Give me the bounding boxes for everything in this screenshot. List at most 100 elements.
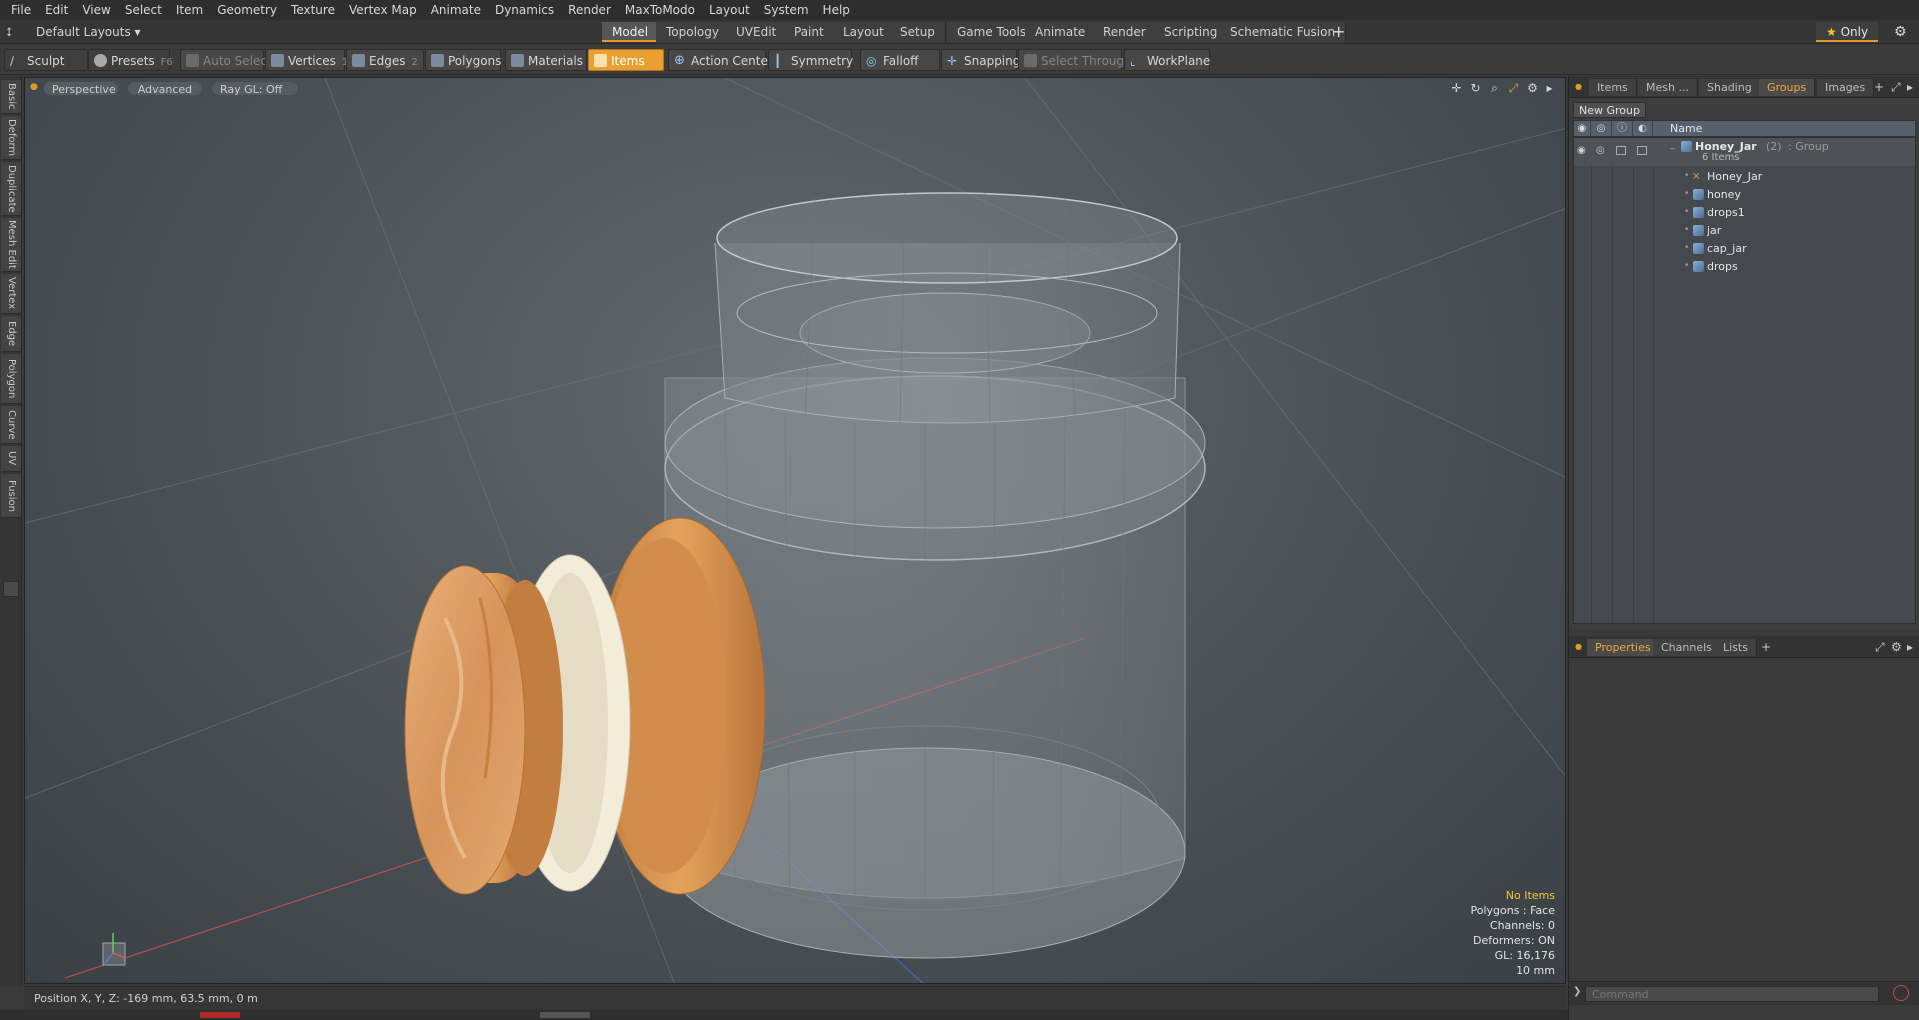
list-item[interactable]: • drops1 [1574,204,1915,222]
tooltab-basic[interactable]: Basic [1,80,21,114]
tooltab-expand-button[interactable] [3,581,19,597]
collapse-icon[interactable]: ‒ [1670,144,1676,154]
menu-maxtomodo[interactable]: MaxToModo [618,0,702,20]
tab-paint[interactable]: Paint [784,22,835,42]
menu-select[interactable]: Select [118,0,169,20]
expand-icon[interactable]: • [1684,243,1689,253]
list-item[interactable]: • honey [1574,186,1915,204]
tab-setup[interactable]: Setup [890,22,946,42]
tooltab-deform[interactable]: Deform [1,116,21,160]
tab-topology[interactable]: Topology [656,22,730,42]
raygl-button[interactable]: Ray GL: Off [211,81,299,96]
rotate-view-icon[interactable]: ↻ [1469,82,1482,95]
add-tab-icon[interactable]: + [1761,640,1771,654]
group-row-honey-jar[interactable]: ◉ ◎ ‒ Honey_Jar (2) : Group 6 Items [1574,138,1915,166]
tab-scripting[interactable]: Scripting [1154,22,1229,42]
viewport-expand-icon[interactable]: ▸ [1543,82,1556,95]
add-tab-icon[interactable]: + [1874,80,1884,94]
only-toggle[interactable]: ★ Only [1816,22,1879,42]
tab-lists[interactable]: Lists [1715,639,1757,656]
list-item[interactable]: • jar [1574,222,1915,240]
auto-select-button[interactable]: Auto Select [180,49,272,71]
visibility-column-icon[interactable]: ◉ [1574,121,1591,136]
action-center-button[interactable]: ⊕ Action Center [668,49,773,71]
layout-selector[interactable]: Default Layouts ▾ [36,24,141,40]
tab-layout[interactable]: Layout [833,22,895,42]
falloff-button[interactable]: ◎ Falloff [860,49,940,71]
menu-edit[interactable]: Edit [38,0,75,20]
scene-canvas[interactable] [25,78,1566,984]
new-group-button[interactable]: New Group [1573,102,1646,118]
render-toggle-icon[interactable]: ◎ [1596,145,1605,156]
sculpt-button[interactable]: ∕ Sculpt [4,49,88,71]
viewport-menu-icon[interactable]: ● [30,82,38,92]
menu-render[interactable]: Render [561,0,618,20]
render-column-icon[interactable]: ◎ [1591,121,1612,136]
command-input[interactable] [1585,986,1879,1002]
select-through-button[interactable]: Select Through [1018,49,1132,71]
presets-button[interactable]: Presets F6 [88,49,173,71]
tab-items[interactable]: Items [1589,79,1637,96]
lock-toggle[interactable] [1616,146,1626,155]
tab-uvedit[interactable]: UVEdit [726,22,788,42]
expand-icon[interactable]: • [1684,171,1689,181]
tab-shading[interactable]: Shading [1699,79,1761,96]
tab-game-tools[interactable]: Game Tools [947,22,1038,42]
tooltab-uv[interactable]: UV [1,446,21,472]
gear-icon[interactable]: ⚙ [1891,640,1902,654]
tab-mesh[interactable]: Mesh ... [1638,79,1698,96]
edges-button[interactable]: Edges 2 [346,49,424,71]
shading-mode-button[interactable]: Advanced [127,81,203,96]
menu-file[interactable]: File [4,0,38,20]
menu-item[interactable]: Item [169,0,210,20]
tab-channels[interactable]: Channels [1653,639,1721,656]
tooltab-duplicate[interactable]: Duplicate [1,162,21,216]
move-view-icon[interactable]: ✛ [1450,82,1463,95]
gear-icon[interactable]: ⚙ [1894,23,1907,41]
fit-view-icon[interactable]: ⤢ [1507,82,1520,95]
panel-expand-icon[interactable]: ▸ [1907,640,1913,654]
menu-help[interactable]: Help [816,0,857,20]
tooltab-polygon[interactable]: Polygon [1,354,21,404]
menu-texture[interactable]: Texture [284,0,342,20]
panel-menu-icon[interactable]: ● [1575,640,1582,654]
tooltab-curve[interactable]: Curve [1,406,21,444]
expand-icon[interactable]: • [1684,261,1689,271]
list-item[interactable]: • cap_jar [1574,240,1915,258]
tab-properties[interactable]: Properties [1587,639,1660,656]
panel-menu-icon[interactable]: ● [1575,80,1582,94]
select-column-icon[interactable]: ◐ [1633,121,1653,136]
viewport-settings-icon[interactable]: ⚙ [1526,82,1539,95]
tab-groups[interactable]: Groups [1759,79,1816,96]
tooltab-edge[interactable]: Edge [1,316,21,352]
name-column-header[interactable]: Name [1670,122,1702,135]
panel-expand-icon[interactable]: ▸ [1907,80,1913,94]
tab-animate[interactable]: Animate [1025,22,1097,42]
eye-icon[interactable]: ◉ [1577,145,1586,156]
menu-view[interactable]: View [75,0,117,20]
tab-images[interactable]: Images [1817,79,1875,96]
record-icon[interactable] [1893,985,1909,1001]
vertices-button[interactable]: Vertices1 [265,49,348,71]
workplane-button[interactable]: ⌞ WorkPlane [1124,49,1210,71]
expand-icon[interactable]: • [1684,207,1689,217]
add-tab-button[interactable]: + [1332,22,1345,42]
tooltab-mesh-edit[interactable]: Mesh Edit [1,218,21,272]
view-mode-button[interactable]: Perspective [43,81,119,96]
tab-model[interactable]: Model [602,22,660,42]
select-toggle[interactable] [1637,146,1647,155]
menu-dynamics[interactable]: Dynamics [488,0,561,20]
tooltab-vertex[interactable]: Vertex [1,274,21,314]
maximize-icon[interactable]: ⤢ [1891,80,1901,94]
polygons-button[interactable]: Polygons [425,49,501,71]
list-item[interactable]: • drops [1574,258,1915,276]
list-item[interactable]: • ⨯ Honey_Jar [1574,168,1915,186]
tab-schematic-fusion[interactable]: Schematic Fusion [1220,22,1347,42]
snapping-button[interactable]: ✛ Snapping [941,49,1020,71]
zoom-view-icon[interactable]: ⌕ [1488,82,1501,95]
expand-icon[interactable]: • [1684,225,1689,235]
items-button[interactable]: Items [588,49,664,71]
materials-button[interactable]: Materials [505,49,587,71]
menu-vertex-map[interactable]: Vertex Map [342,0,424,20]
symmetry-button[interactable]: ┃ Symmetry [768,49,853,71]
